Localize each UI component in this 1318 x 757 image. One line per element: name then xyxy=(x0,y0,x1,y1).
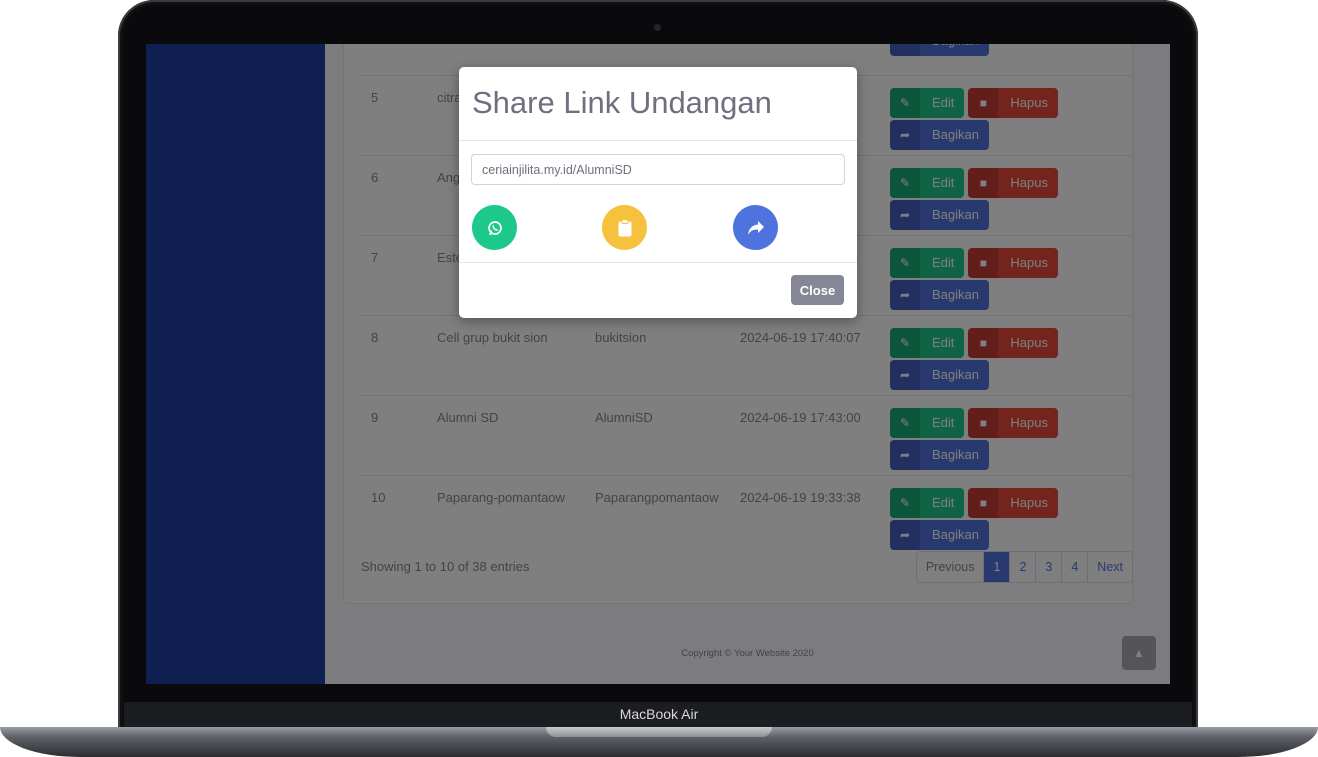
whatsapp-icon xyxy=(487,220,502,235)
clipboard-icon xyxy=(618,218,631,236)
modal-title: Share Link Undangan xyxy=(472,85,772,120)
laptop-notch xyxy=(546,727,772,737)
whatsapp-share-button[interactable] xyxy=(472,205,517,250)
modal-divider xyxy=(459,262,857,263)
camera-icon xyxy=(654,24,661,31)
close-button[interactable]: Close xyxy=(791,275,844,305)
share-button[interactable] xyxy=(733,205,778,250)
model-label: MacBook Air xyxy=(619,706,699,722)
modal-divider xyxy=(459,140,857,141)
share-arrow-icon xyxy=(747,220,764,235)
copy-link-button[interactable] xyxy=(602,205,647,250)
share-modal: Share Link Undangan Close xyxy=(459,67,857,318)
share-link-input[interactable] xyxy=(471,154,845,185)
screen: ➦Bagikan5citra s✎Edit■Hapus➦Bagikan6Ange… xyxy=(146,44,1170,684)
